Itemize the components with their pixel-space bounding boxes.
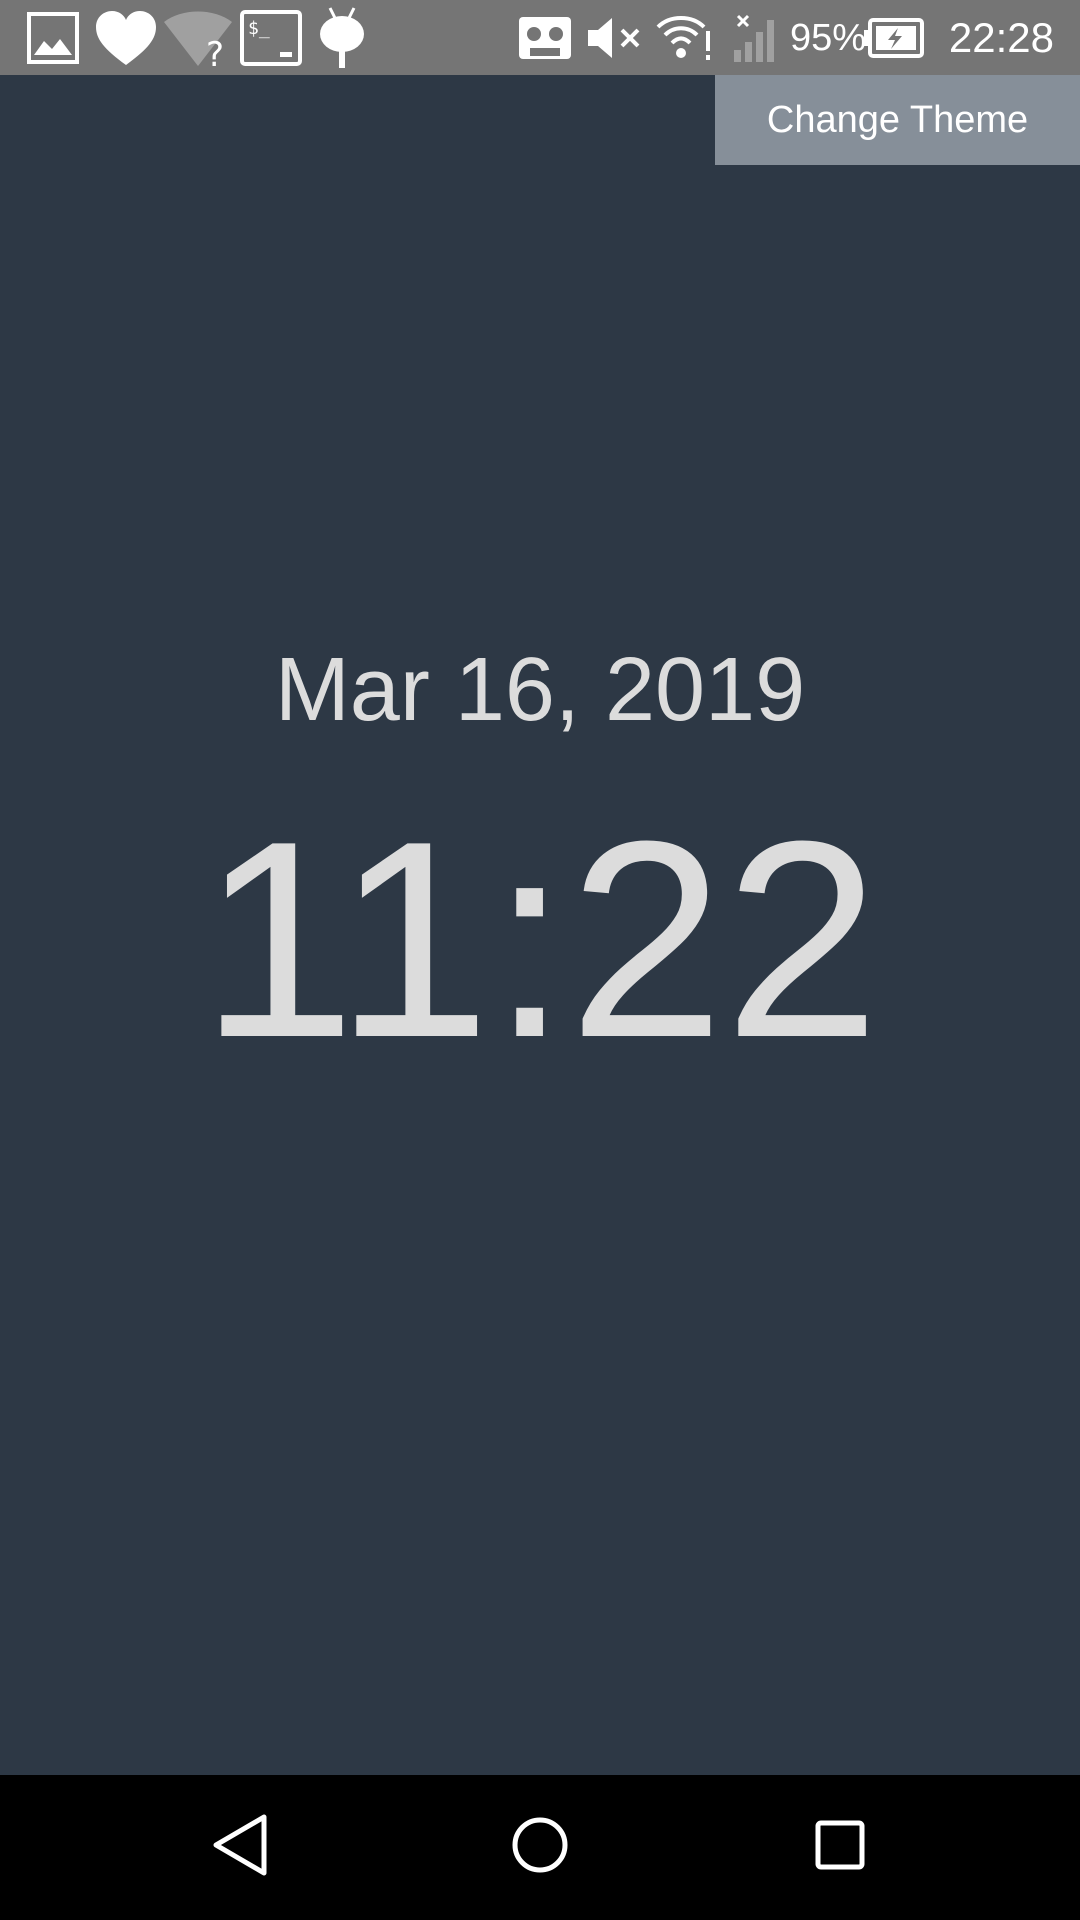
recents-icon [814, 1819, 866, 1876]
heart-icon [94, 8, 158, 68]
voicemail-icon [518, 8, 572, 68]
change-theme-button[interactable]: Change Theme [715, 75, 1080, 165]
terminal-icon: $_ [240, 8, 302, 68]
mute-icon [586, 8, 646, 68]
screen: ? $_ 95% 22:28 Change Theme Mar 16, 2019… [0, 0, 1080, 1920]
recents-button[interactable] [790, 1797, 890, 1897]
time-display: 11:22 [200, 784, 880, 1096]
signal-no-sim-icon [732, 8, 780, 68]
battery-charging-icon [864, 8, 924, 68]
back-button[interactable] [190, 1797, 290, 1897]
back-icon [210, 1813, 270, 1882]
svg-text:?: ? [206, 35, 224, 68]
wifi-unknown-icon: ? [162, 8, 234, 68]
home-button[interactable] [490, 1797, 590, 1897]
android-icon [316, 7, 368, 68]
svg-text:$_: $_ [248, 18, 270, 39]
status-bar: ? $_ 95% 22:28 [0, 0, 1080, 75]
gallery-icon [26, 8, 80, 68]
navigation-bar [0, 1775, 1080, 1920]
battery-percent: 95% [790, 17, 867, 59]
status-clock: 22:28 [948, 14, 1054, 61]
date-display: Mar 16, 2019 [274, 640, 806, 740]
wifi-alert-icon [656, 8, 712, 68]
home-icon [510, 1815, 570, 1880]
